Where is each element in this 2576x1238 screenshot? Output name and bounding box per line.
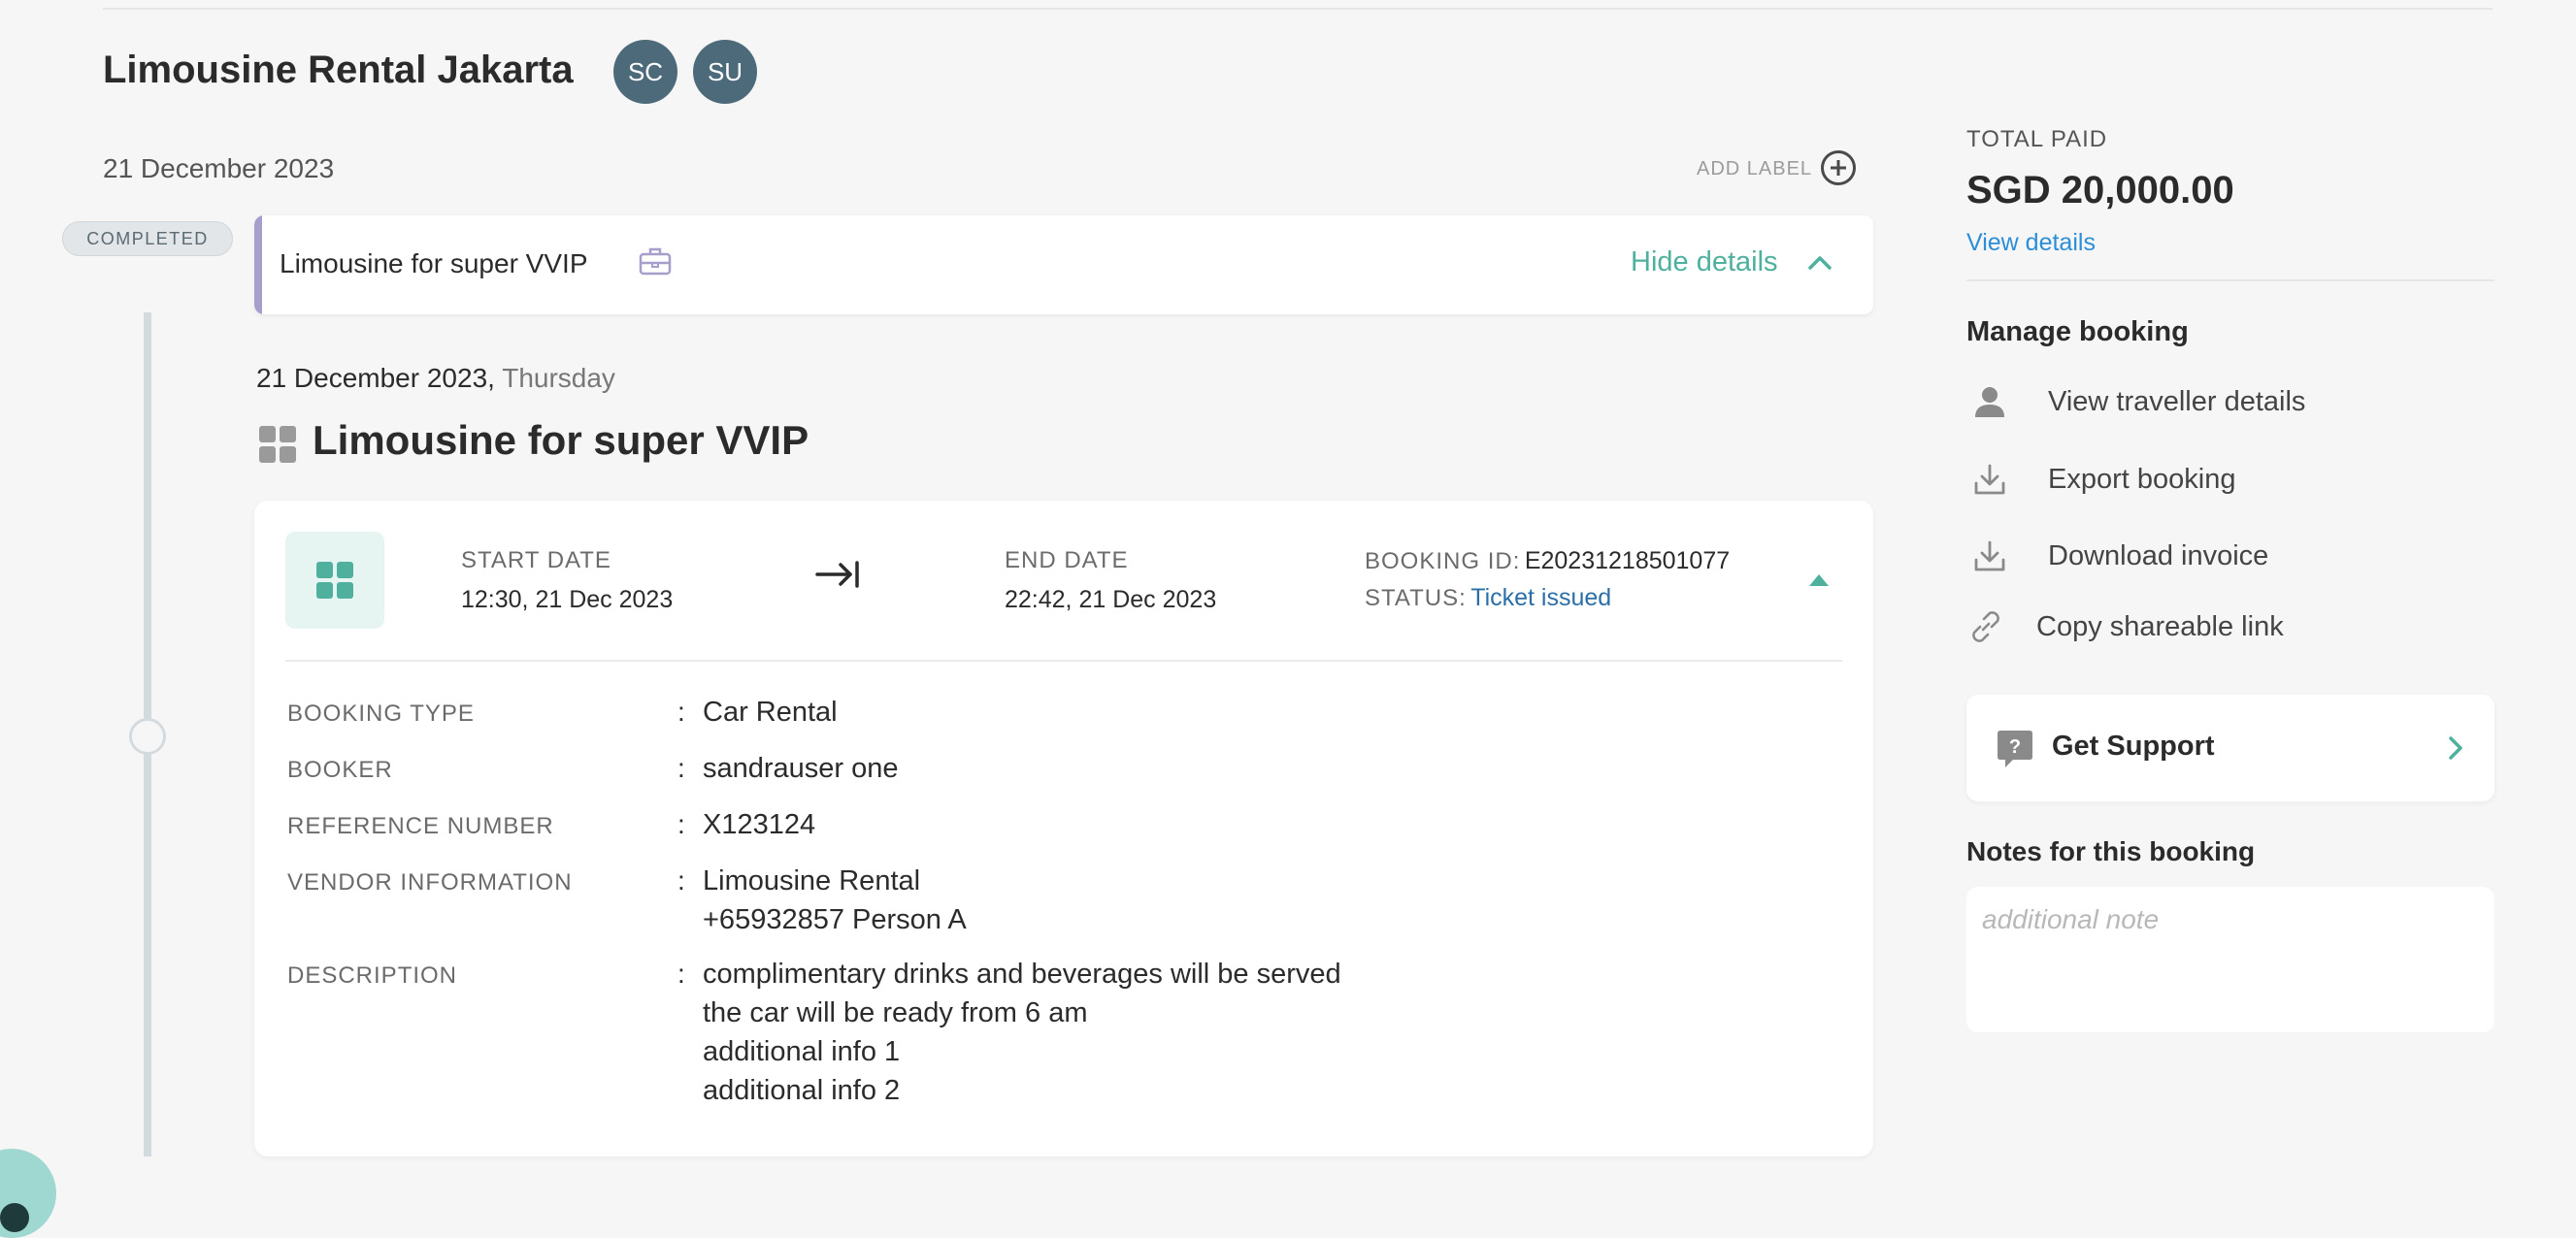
- description-line: the car will be ready from 6 am: [703, 997, 1088, 1028]
- booking-type-value: Car Rental: [703, 697, 838, 728]
- get-support-button[interactable]: ? Get Support: [1966, 695, 2494, 801]
- vendor-information-value: Limousine Rental +65932857 Person A: [703, 862, 967, 939]
- menu-item-label: Export booking: [2048, 463, 2236, 495]
- category-grid-icon: [316, 562, 353, 599]
- booker-label: BOOKER: [287, 757, 393, 783]
- item-name: Limousine for super VVIP: [280, 248, 588, 278]
- card-divider: [285, 660, 1842, 662]
- vendor-name: Limousine Rental: [703, 865, 921, 896]
- total-paid-value: SGD 20,000.00: [1966, 169, 2234, 212]
- description-line: complimentary drinks and beverages will …: [703, 959, 1341, 990]
- section-title: Limousine for super VVIP: [313, 417, 809, 463]
- download-invoice-button[interactable]: Download invoice: [1970, 537, 2268, 575]
- row-colon: :: [677, 809, 685, 839]
- luggage-icon: [639, 247, 672, 276]
- description-label: DESCRIPTION: [287, 962, 458, 989]
- description-line: additional info 1: [703, 1036, 901, 1067]
- vendor-information-label: VENDOR INFORMATION: [287, 869, 573, 896]
- item-date: 21 December 2023,: [256, 363, 495, 393]
- booking-date: 21 December 2023: [103, 153, 335, 183]
- booking-id-label: BOOKING ID:: [1365, 548, 1521, 574]
- arrow-to-end-icon: [815, 561, 859, 588]
- add-label-button[interactable]: ADD LABEL: [1697, 158, 1812, 180]
- menu-item-label: Download invoice: [2048, 539, 2269, 571]
- collapse-caret-icon[interactable]: [1809, 574, 1829, 586]
- end-date-value: 22:42, 21 Dec 2023: [1005, 586, 1217, 613]
- booking-id-value: E20231218501077: [1524, 547, 1731, 574]
- reference-number-value: X123124: [703, 809, 816, 840]
- get-support-label: Get Support: [2052, 731, 2215, 762]
- menu-item-label: View traveller details: [2048, 385, 2306, 417]
- export-booking-button[interactable]: Export booking: [1970, 460, 2235, 499]
- booking-notes-input[interactable]: [1966, 887, 2494, 1032]
- item-accent-bar: [254, 215, 262, 314]
- copy-shareable-link-button[interactable]: Copy shareable link: [1966, 607, 2284, 646]
- status-value: Ticket issued: [1470, 584, 1612, 611]
- start-date-value: 12:30, 21 Dec 2023: [461, 586, 674, 613]
- item-weekday: Thursday: [502, 363, 615, 393]
- chevron-right-icon: [2449, 736, 2462, 760]
- add-circle-icon[interactable]: [1821, 150, 1856, 185]
- view-traveller-details-button[interactable]: View traveller details: [1970, 382, 2305, 421]
- booking-item-header[interactable]: Limousine for super VVIP Hide details: [254, 215, 1873, 314]
- total-paid-label: TOTAL PAID: [1966, 126, 2108, 152]
- vendor-contact: +65932857 Person A: [703, 904, 967, 935]
- page-title: Limousine Rental Jakarta: [103, 49, 574, 91]
- person-icon: [1970, 382, 2009, 421]
- link-icon: [1966, 607, 2005, 646]
- row-colon: :: [677, 753, 685, 783]
- row-colon: :: [677, 697, 685, 727]
- notes-title: Notes for this booking: [1966, 836, 2256, 866]
- hide-details-button[interactable]: Hide details: [1631, 246, 1778, 278]
- view-details-link[interactable]: View details: [1966, 229, 2096, 257]
- booking-status: STATUS: Ticket issued: [1365, 584, 1611, 612]
- description-value: complimentary drinks and beverages will …: [703, 955, 1341, 1110]
- top-divider: [103, 8, 2493, 10]
- status-label: STATUS:: [1365, 585, 1467, 611]
- download-icon: [1970, 460, 2009, 499]
- category-grid-icon: [259, 426, 296, 463]
- booker-value: sandrauser one: [703, 753, 899, 784]
- chat-widget-button[interactable]: [0, 1149, 56, 1238]
- category-tile: [285, 532, 384, 629]
- reference-number-label: REFERENCE NUMBER: [287, 813, 554, 839]
- chevron-up-icon[interactable]: [1807, 252, 1833, 272]
- row-colon: :: [677, 959, 685, 989]
- row-colon: :: [677, 865, 685, 896]
- item-day-date: 21 December 2023, Thursday: [256, 363, 615, 394]
- sidebar-divider: [1966, 279, 2494, 281]
- help-icon: ?: [1998, 731, 2032, 767]
- chat-icon: [0, 1203, 29, 1232]
- avatar[interactable]: SU: [693, 40, 757, 104]
- avatar[interactable]: SC: [613, 40, 677, 104]
- menu-item-label: Copy shareable link: [2036, 610, 2284, 642]
- description-line: additional info 2: [703, 1075, 901, 1106]
- download-icon: [1970, 537, 2009, 575]
- manage-booking-title: Manage booking: [1966, 316, 2189, 347]
- status-badge: COMPLETED: [62, 221, 233, 256]
- timeline-node: [129, 718, 166, 755]
- booking-type-label: BOOKING TYPE: [287, 700, 475, 727]
- svg-text:?: ?: [2009, 736, 2021, 758]
- end-date-label: END DATE: [1005, 547, 1129, 573]
- booking-id: BOOKING ID: E20231218501077: [1365, 547, 1730, 575]
- start-date-label: START DATE: [461, 547, 611, 573]
- booking-detail-card: START DATE 12:30, 21 Dec 2023 END DATE 2…: [254, 501, 1873, 1157]
